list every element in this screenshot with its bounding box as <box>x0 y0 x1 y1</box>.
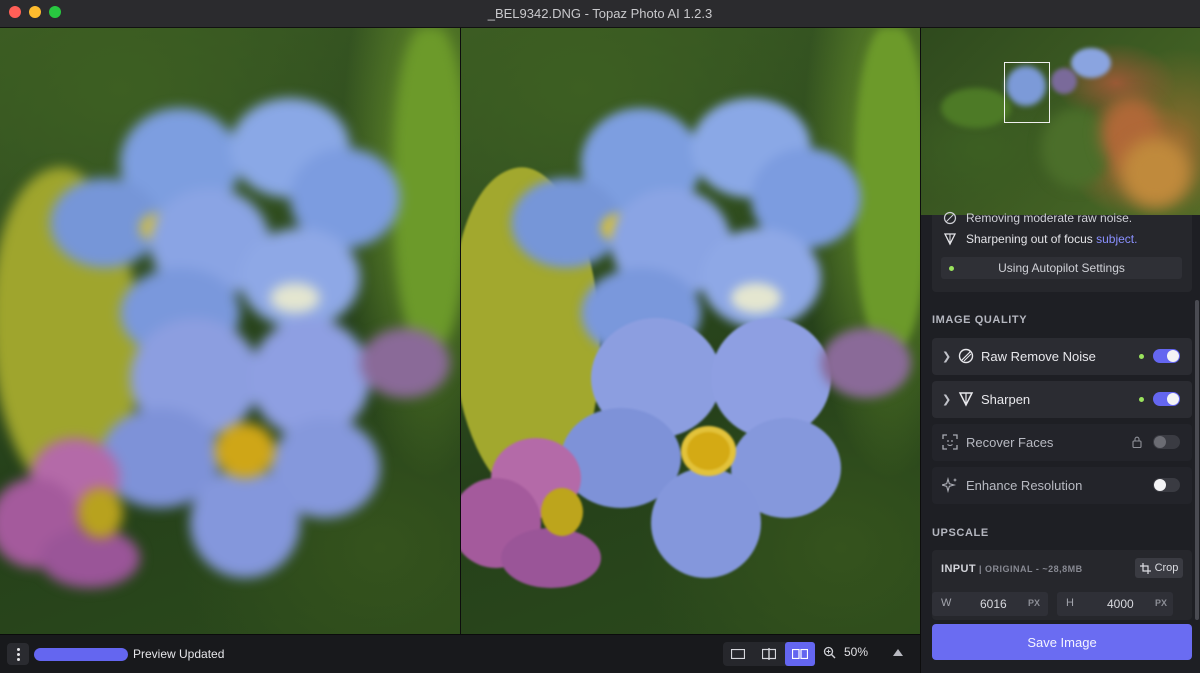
autopilot-line-sharpen: Sharpening out of focus subject. <box>943 232 1137 246</box>
panel-scrollbar[interactable] <box>1195 300 1199 620</box>
sharpen-icon <box>943 233 957 246</box>
crop-button[interactable]: Crop <box>1135 558 1183 578</box>
side-by-side-view-icon <box>792 649 808 659</box>
tool-label: Enhance Resolution <box>966 478 1083 493</box>
navigator-viewport-frame[interactable] <box>1004 62 1050 123</box>
crop-icon <box>1139 562 1151 574</box>
tool-label: Sharpen <box>981 392 1031 407</box>
single-view-button[interactable] <box>723 642 753 666</box>
view-mode-switcher <box>723 642 815 666</box>
tool-label: Recover Faces <box>966 435 1054 450</box>
single-view-icon <box>731 649 745 659</box>
side-by-side-view-button[interactable] <box>785 642 815 666</box>
noise-icon <box>958 348 974 364</box>
window-controls <box>9 6 61 18</box>
zoom-control[interactable]: 50% <box>823 645 868 659</box>
status-dot-icon <box>1139 354 1144 359</box>
window-title: _BEL9342.DNG - Topaz Photo AI 1.2.3 <box>487 6 713 21</box>
upscale-heading: UPSCALE <box>932 527 989 539</box>
split-view-icon <box>762 648 776 660</box>
sharpen-toggle[interactable] <box>1153 392 1180 406</box>
status-dot-icon <box>949 266 954 271</box>
original-preview[interactable] <box>0 28 460 634</box>
subject-link[interactable]: subject. <box>1096 232 1137 246</box>
close-window-button[interactable] <box>9 6 21 18</box>
height-unit: PX <box>1155 598 1168 608</box>
preview-progress-bar <box>34 648 128 661</box>
input-label: INPUT <box>941 563 976 575</box>
noise-icon <box>943 211 957 225</box>
more-options-button[interactable] <box>7 643 29 665</box>
dot-icon <box>16 657 20 661</box>
preview-status-label: Preview Updated <box>133 647 225 661</box>
tool-enhance-resolution[interactable]: Enhance Resolution <box>932 467 1192 504</box>
tool-label: Raw Remove Noise <box>981 349 1096 364</box>
width-unit: PX <box>1028 598 1041 608</box>
autopilot-settings-button[interactable]: Using Autopilot Settings <box>941 257 1182 279</box>
autopilot-line-noise: Removing moderate raw noise. <box>943 211 1132 225</box>
upscale-input-box: INPUT | ORIGINAL - ~28,8MB Crop W 6016 P… <box>932 550 1192 620</box>
face-icon <box>942 434 958 450</box>
dot-icon <box>16 652 20 656</box>
save-image-button[interactable]: Save Image <box>932 624 1192 660</box>
maximize-window-button[interactable] <box>49 6 61 18</box>
chevron-right-icon[interactable]: ❯ <box>942 350 951 363</box>
sparkle-icon <box>942 477 958 493</box>
height-field[interactable]: H 4000 PX <box>1057 592 1173 616</box>
split-view-button[interactable] <box>754 642 784 666</box>
input-size-info: | ORIGINAL - ~28,8MB <box>979 564 1083 574</box>
zoom-icon <box>823 646 836 658</box>
title-bar: _BEL9342.DNG - Topaz Photo AI 1.2.3 <box>0 0 1200 28</box>
photo-content-blurred <box>0 28 460 634</box>
dot-icon <box>16 647 20 651</box>
autopilot-summary: Removing moderate raw noise. Sharpening … <box>932 211 1192 292</box>
lock-icon <box>1132 436 1142 451</box>
sharpen-icon <box>958 391 974 407</box>
zoom-dropdown-caret-icon[interactable] <box>893 649 903 656</box>
height-value: 4000 <box>1107 597 1134 611</box>
chevron-right-icon[interactable]: ❯ <box>942 393 951 406</box>
raw-remove-noise-toggle[interactable] <box>1153 349 1180 363</box>
recover-faces-toggle[interactable] <box>1153 435 1180 449</box>
status-dot-icon <box>1139 397 1144 402</box>
enhance-resolution-toggle[interactable] <box>1153 478 1180 492</box>
zoom-value: 50% <box>844 645 869 659</box>
image-quality-heading: IMAGE QUALITY <box>932 314 1028 326</box>
tool-recover-faces[interactable]: Recover Faces <box>932 424 1192 461</box>
tool-sharpen[interactable]: ❯ Sharpen <box>932 381 1192 418</box>
navigator-thumbnail[interactable] <box>921 28 1200 215</box>
photo-content-sharpened <box>461 28 920 634</box>
width-value: 6016 <box>980 597 1007 611</box>
processed-preview[interactable] <box>461 28 920 634</box>
bottom-toolbar: Preview Updated 50% <box>0 634 920 673</box>
tool-raw-remove-noise[interactable]: ❯ Raw Remove Noise <box>932 338 1192 375</box>
width-field[interactable]: W 6016 PX <box>932 592 1048 616</box>
settings-panel: Removing moderate raw noise. Sharpening … <box>920 28 1200 673</box>
minimize-window-button[interactable] <box>29 6 41 18</box>
